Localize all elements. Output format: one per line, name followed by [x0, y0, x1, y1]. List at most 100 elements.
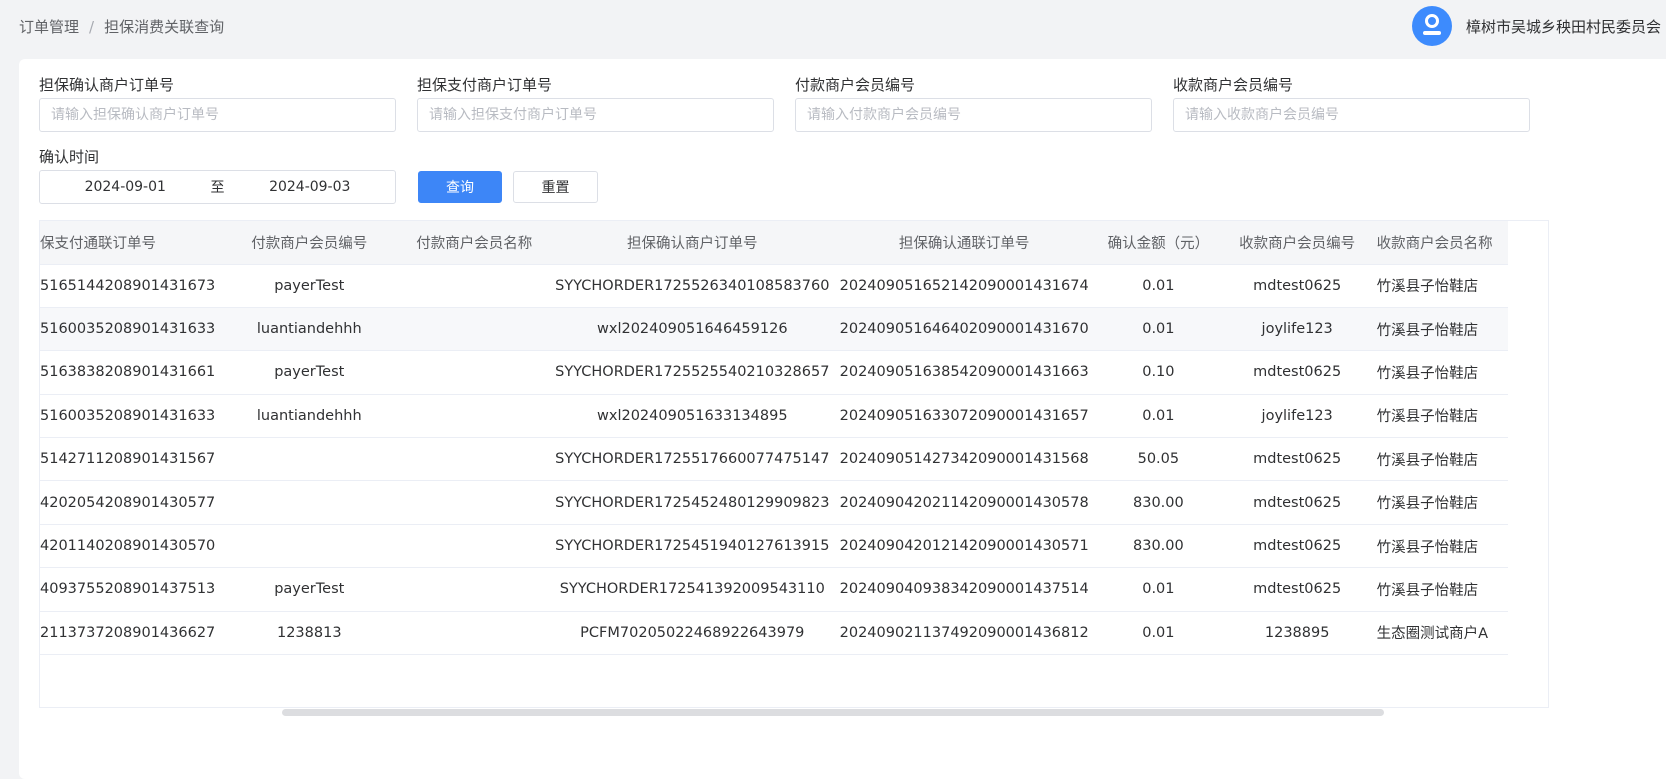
cell-payee-name: 生态圈测试商户A: [1366, 611, 1508, 656]
payee-no-input[interactable]: [1173, 98, 1530, 132]
cell-payee-name: 竹溪县子怡鞋店: [1366, 264, 1508, 308]
cell-amount: 0.10: [1089, 350, 1228, 395]
cell-payee-no: mdtest0625: [1227, 524, 1367, 569]
cell-payee-no: mdtest0625: [1227, 437, 1367, 482]
cell-amount: 50.05: [1089, 437, 1228, 482]
table-row[interactable]: 5163838208901431661 payerTest SYYCHORDER…: [40, 350, 1508, 395]
cell-payee-no: mdtest0625: [1227, 567, 1367, 612]
breadcrumb-separator: /: [89, 17, 95, 36]
cell-payee-no: mdtest0625: [1227, 264, 1367, 308]
cell-amount: 0.01: [1089, 394, 1228, 439]
cell-payee-name: 竹溪县子怡鞋店: [1366, 394, 1508, 439]
cell-payer-name: [403, 480, 546, 525]
cell-confirm-merchant-order: SYYCHORDER1725451940127613915: [545, 524, 840, 569]
cell-payer-name: [403, 524, 546, 569]
confirm-time-label: 确认时间: [39, 148, 100, 166]
cell-amount: 830.00: [1089, 480, 1228, 525]
end-date[interactable]: 2024-09-03: [225, 179, 396, 195]
cell-payer-name: [403, 394, 546, 439]
cell-payer-no: luantiandehhh: [215, 307, 404, 352]
cell-payer-name: [403, 307, 546, 352]
reset-button[interactable]: 重置: [513, 171, 598, 203]
cell-payee-name: 竹溪县子怡鞋店: [1366, 350, 1508, 395]
breadcrumb-parent[interactable]: 订单管理: [19, 16, 79, 37]
table-row[interactable]: 4093755208901437513 payerTest SYYCHORDER…: [40, 567, 1508, 612]
cell-payer-name: [403, 611, 546, 656]
cell-payer-no: luantiandehhh: [215, 394, 404, 439]
breadcrumb: 订单管理 / 担保消费关联查询: [19, 16, 224, 37]
cell-amount: 0.01: [1089, 611, 1228, 656]
cell-confirm-order-no: 202409051633072090001431657: [839, 394, 1090, 439]
cell-pay-order-no: 5163838208901431661: [40, 350, 216, 395]
results-table: 保支付通联订单号 付款商户会员编号 付款商户会员名称 担保确认商户订单号 担保确…: [39, 220, 1549, 708]
top-bar: 订单管理 / 担保消费关联查询 樟树市吴城乡秧田村民委员会: [0, 0, 1666, 54]
col-payee-no: 收款商户会员编号: [1227, 221, 1367, 265]
main-panel: 担保确认商户订单号 担保支付商户订单号 付款商户会员编号 收款商户会员编号 确认…: [19, 59, 1666, 779]
cell-confirm-order-no: 202409051652142090001431674: [839, 264, 1090, 308]
cell-payer-name: [403, 350, 546, 395]
cell-confirm-order-no: 202409040938342090001437514: [839, 567, 1090, 612]
cell-pay-order-no: 4201140208901430570: [40, 524, 216, 569]
cell-confirm-order-no: 202409051646402090001431670: [839, 307, 1090, 352]
user-menu[interactable]: 樟树市吴城乡秧田村民委员会: [1411, 6, 1661, 46]
col-payer-no: 付款商户会员编号: [215, 221, 404, 265]
query-button[interactable]: 查询: [418, 171, 502, 203]
payer-no-input[interactable]: [795, 98, 1152, 132]
horizontal-scrollbar[interactable]: [282, 709, 1384, 716]
cell-payee-no: 1238895: [1227, 611, 1367, 656]
cell-payer-no: [215, 437, 404, 482]
cell-confirm-merchant-order: wxl202409051646459126: [545, 307, 840, 352]
cell-confirm-merchant-order: SYYCHORDER1725517660077475147: [545, 437, 840, 482]
cell-payee-no: joylife123: [1227, 394, 1367, 439]
cell-confirm-merchant-order: PCFM70205022468922643979: [545, 611, 840, 656]
table-row[interactable]: 2113737208901436627 1238813 PCFM70205022…: [40, 611, 1508, 656]
confirm-order-input[interactable]: [39, 98, 396, 132]
cell-payer-no: payerTest: [215, 350, 404, 395]
cell-payer-no: 1238813: [215, 611, 404, 656]
cell-confirm-merchant-order: SYYCHORDER1725526340108583760: [545, 264, 840, 308]
cell-amount: 830.00: [1089, 524, 1228, 569]
cell-confirm-order-no: 202409051638542090001431663: [839, 350, 1090, 395]
cell-confirm-merchant-order: SYYCHORDER1725452480129909823: [545, 480, 840, 525]
col-confirm-merchant-order: 担保确认商户订单号: [545, 221, 840, 265]
breadcrumb-current: 担保消费关联查询: [104, 18, 225, 36]
cell-payee-no: mdtest0625: [1227, 480, 1367, 525]
payee-no-label: 收款商户会员编号: [1173, 76, 1294, 94]
col-confirm-order-no: 担保确认通联订单号: [839, 221, 1090, 265]
pay-order-input[interactable]: [417, 98, 774, 132]
cell-payer-name: [403, 264, 546, 308]
cell-amount: 0.01: [1089, 264, 1228, 308]
col-amount: 确认金额（元）: [1089, 221, 1228, 265]
user-avatar-icon[interactable]: [1411, 6, 1452, 46]
cell-pay-order-no: 5160035208901431633: [40, 307, 216, 352]
confirm-time-range-picker[interactable]: 2024-09-01 至 2024-09-03: [39, 170, 396, 204]
cell-confirm-merchant-order: SYYCHORDER1725525540210328657: [545, 350, 840, 395]
payer-no-label: 付款商户会员编号: [795, 76, 916, 94]
cell-payer-name: [403, 567, 546, 612]
cell-payee-name: 竹溪县子怡鞋店: [1366, 480, 1508, 525]
cell-payer-no: payerTest: [215, 567, 404, 612]
user-name[interactable]: 樟树市吴城乡秧田村民委员会: [1466, 16, 1661, 37]
range-separator: 至: [210, 180, 225, 196]
table-row[interactable]: 4201140208901430570 SYYCHORDER1725451940…: [40, 524, 1508, 569]
cell-pay-order-no: 4093755208901437513: [40, 567, 216, 612]
table-row[interactable]: 5160035208901431633 luantiandehhh wxl202…: [40, 394, 1508, 439]
cell-payer-no: [215, 480, 404, 525]
cell-payee-name: 竹溪县子怡鞋店: [1366, 524, 1508, 569]
cell-confirm-order-no: 202409042021142090001430578: [839, 480, 1090, 525]
cell-pay-order-no: 4202054208901430577: [40, 480, 216, 525]
table-row[interactable]: 4202054208901430577 SYYCHORDER1725452480…: [40, 480, 1508, 525]
cell-pay-order-no: 5165144208901431673: [40, 264, 216, 308]
cell-payee-name: 竹溪县子怡鞋店: [1366, 567, 1508, 612]
cell-amount: 0.01: [1089, 307, 1228, 352]
cell-pay-order-no: 5142711208901431567: [40, 437, 216, 482]
start-date[interactable]: 2024-09-01: [40, 179, 211, 195]
table-row[interactable]: 5165144208901431673 payerTest SYYCHORDER…: [40, 264, 1508, 308]
cell-amount: 0.01: [1089, 567, 1228, 612]
cell-confirm-order-no: 202409021137492090001436812: [839, 611, 1090, 656]
table-row[interactable]: 5160035208901431633 luantiandehhh wxl202…: [40, 307, 1508, 352]
table-row[interactable]: 5142711208901431567 SYYCHORDER1725517660…: [40, 437, 1508, 482]
cell-payer-no: [215, 524, 404, 569]
col-payee-name: 收款商户会员名称: [1366, 221, 1508, 265]
table-header-row: 保支付通联订单号 付款商户会员编号 付款商户会员名称 担保确认商户订单号 担保确…: [40, 221, 1508, 265]
